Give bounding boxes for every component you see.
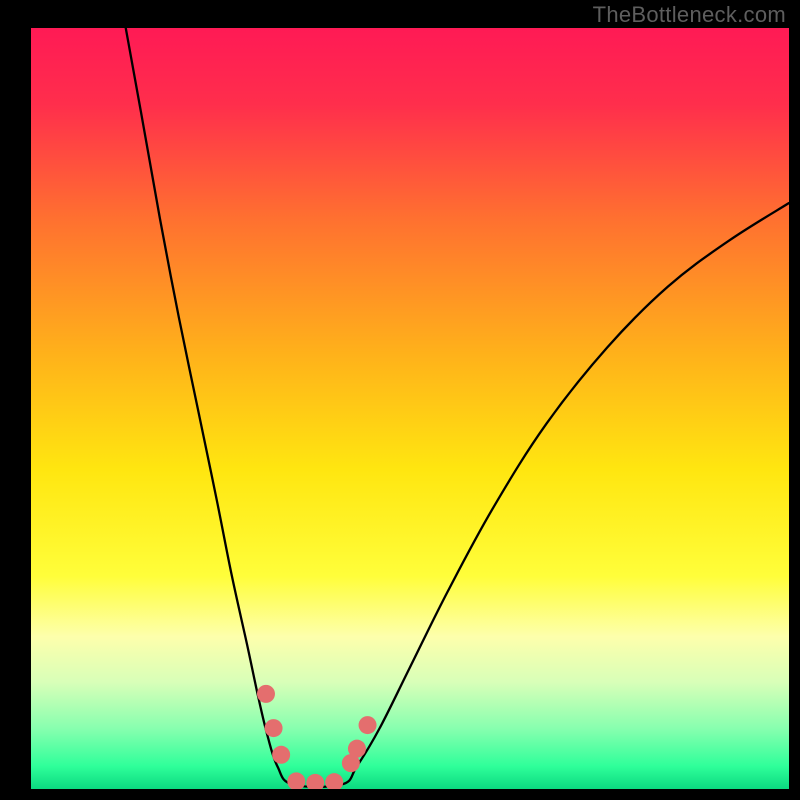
data-marker (306, 774, 324, 792)
data-marker (257, 685, 275, 703)
data-marker (272, 746, 290, 764)
watermark-text: TheBottleneck.com (593, 2, 786, 28)
chart-frame: TheBottleneck.com (0, 0, 800, 800)
chart-canvas (0, 0, 800, 800)
data-marker (265, 719, 283, 737)
data-marker (287, 772, 305, 790)
data-marker (348, 740, 366, 758)
plot-background (31, 28, 789, 789)
data-marker (359, 716, 377, 734)
data-marker (325, 773, 343, 791)
